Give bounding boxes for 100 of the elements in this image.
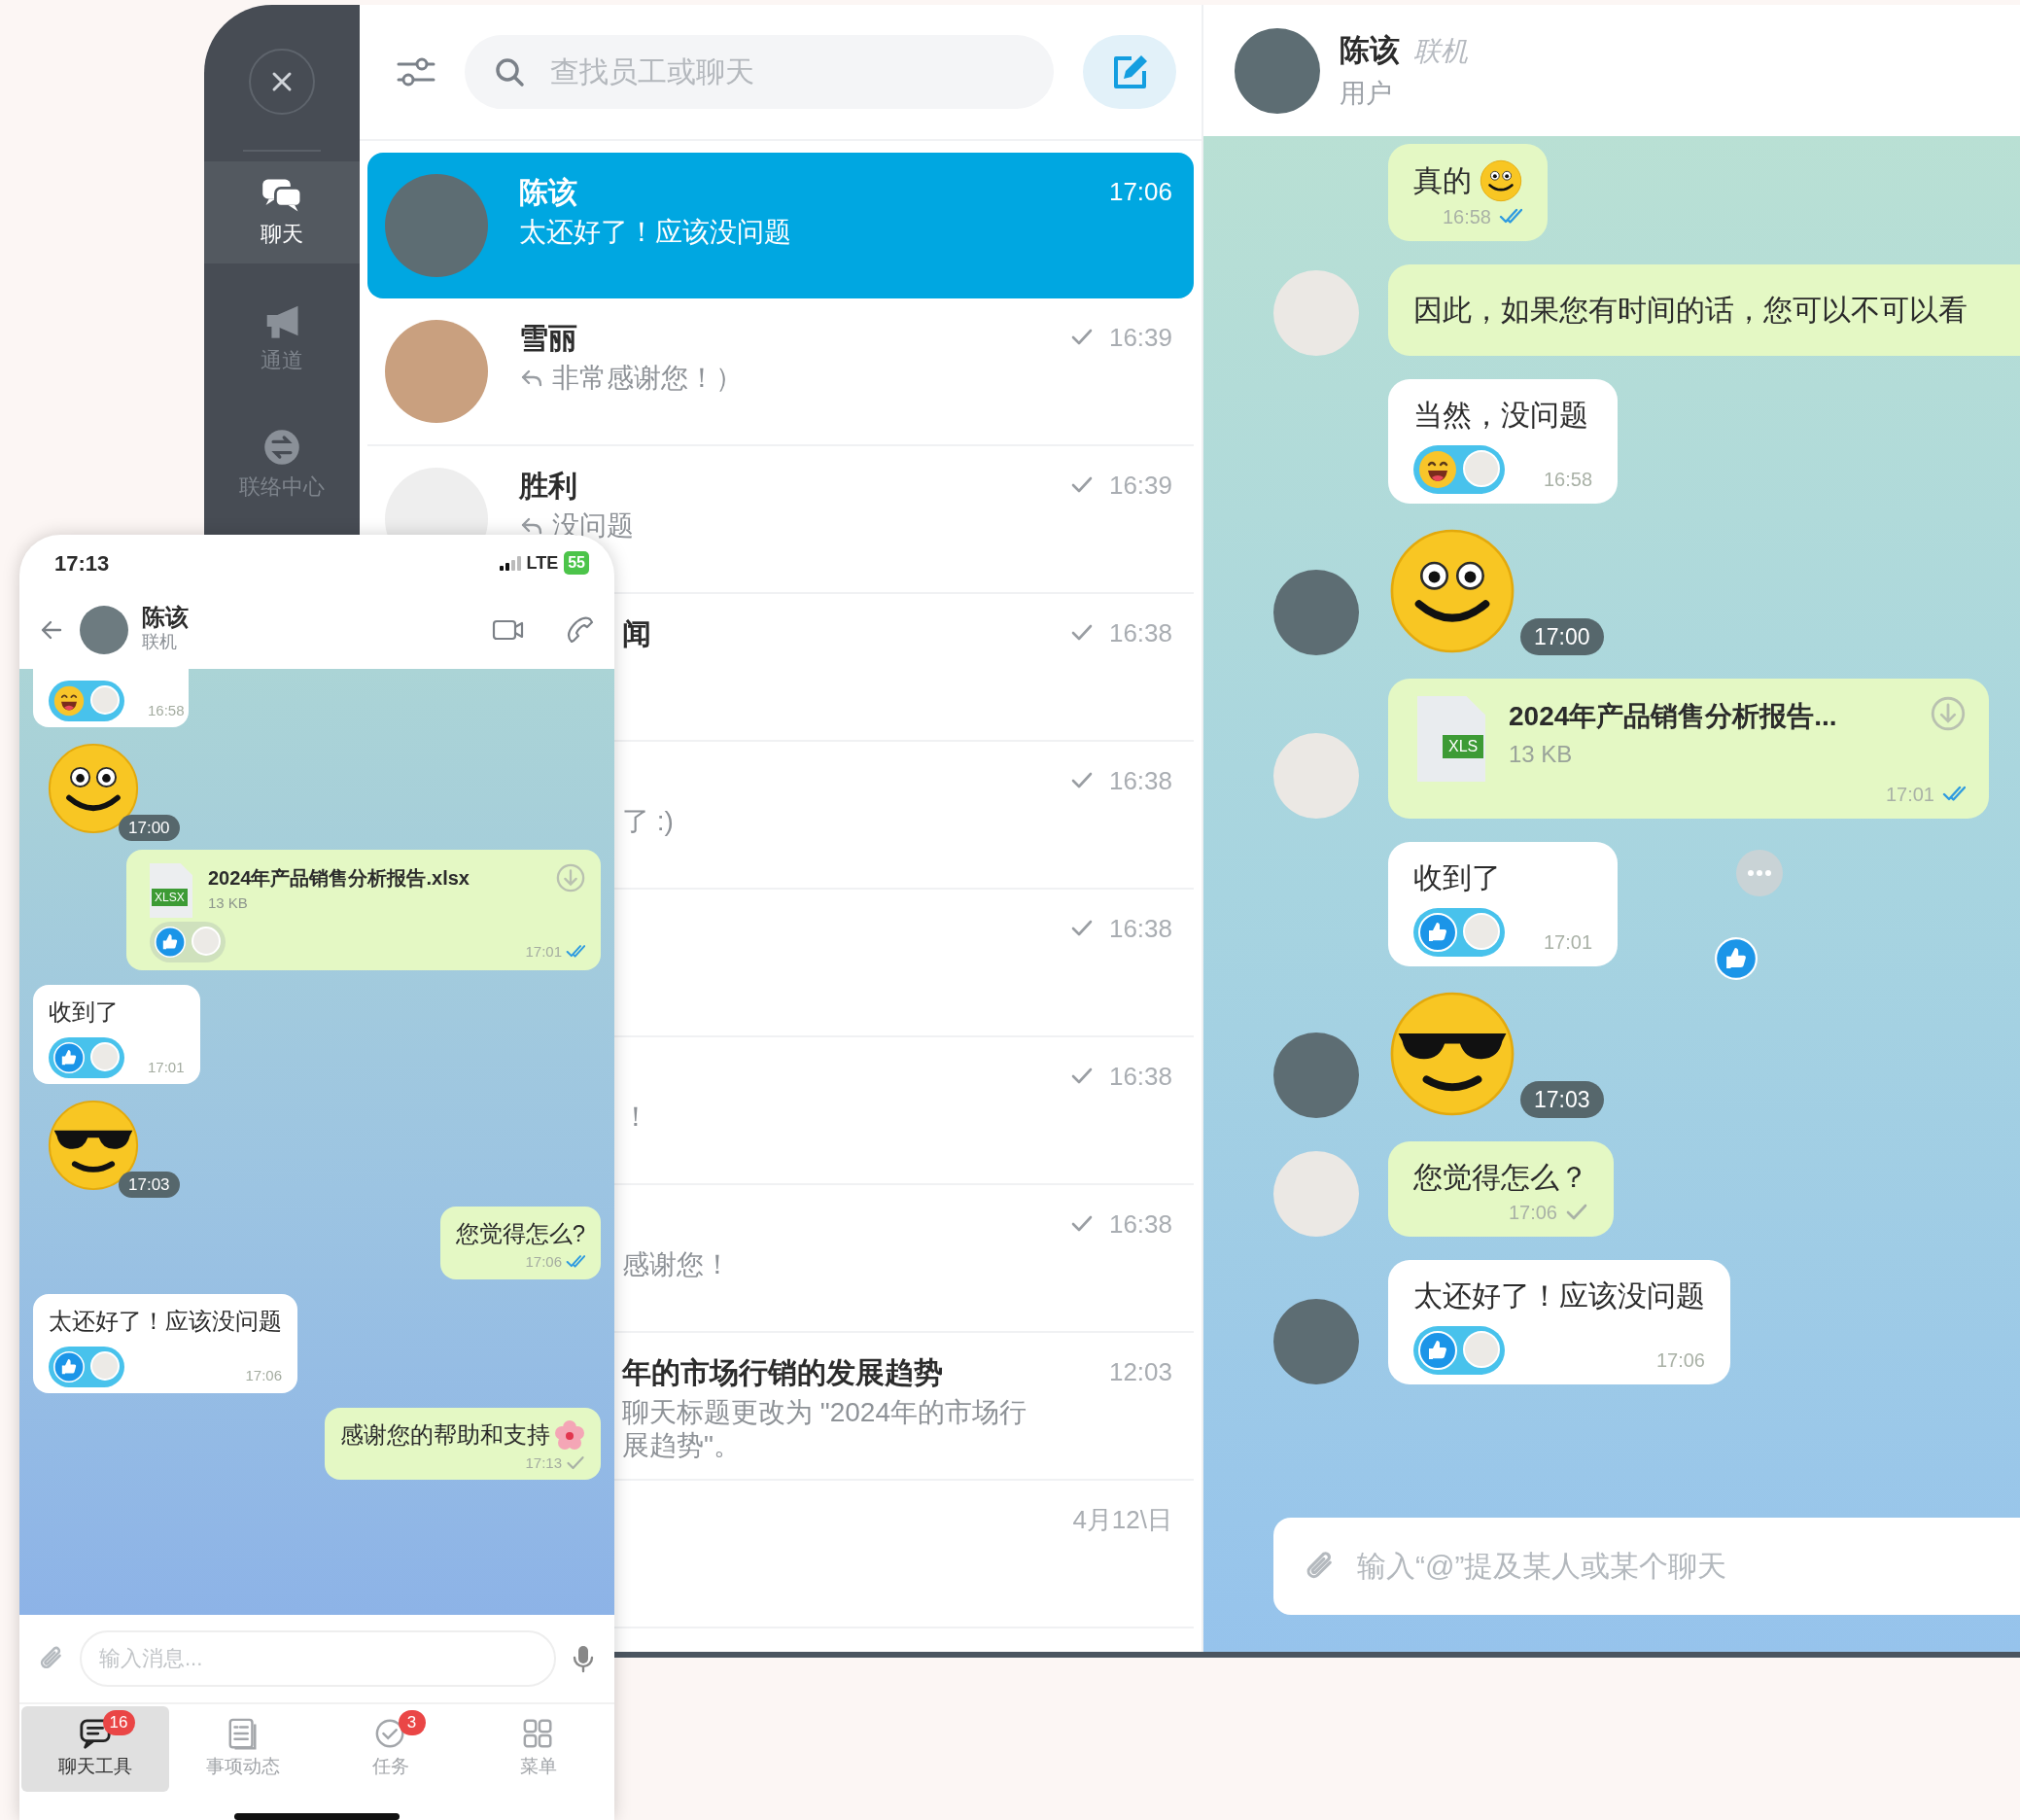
download-icon[interactable] <box>556 863 585 892</box>
reactor-avatar <box>1463 1331 1500 1368</box>
file-type-label: XLS <box>1443 735 1484 758</box>
thumbs-up-icon <box>155 927 186 958</box>
reactor-avatar <box>192 927 221 956</box>
message-preview: 非常感谢您！） <box>552 363 743 395</box>
message-preview: 太还好了！应该没问题 <box>519 217 791 249</box>
status-time: 17:13 <box>54 549 110 578</box>
search-field[interactable]: 查找员工或聊天 <box>465 35 1054 109</box>
message-time: 16:58 <box>1544 468 1593 492</box>
document-icon <box>226 1717 260 1751</box>
message-text: 因此，如果您有时间的话，您可以不可以看 <box>1413 293 1968 328</box>
message-preview: 了 :) <box>622 806 674 838</box>
chat-name: 陈该 <box>519 174 577 210</box>
chat-time: 4月12\日 <box>1072 1503 1172 1536</box>
file-size: 13 KB <box>1509 740 1574 769</box>
chat-time: 12:03 <box>1108 1355 1172 1388</box>
chat-time: 16:39 <box>1108 321 1172 354</box>
dots-icon <box>1746 868 1773 878</box>
file-name: 2024年产品销售分析报告.xlsx <box>208 866 470 891</box>
message-time: 17:06 <box>245 1366 282 1385</box>
message-time: 17:03 <box>119 1171 180 1198</box>
reactor-avatar <box>90 1042 120 1071</box>
message-text: 当然，没问题 <box>1413 398 1588 433</box>
message-time: 17:03 <box>1520 1080 1604 1118</box>
message-time: 17:01 <box>525 941 562 962</box>
message-time: 16:58 <box>1442 205 1491 229</box>
reaction-pill[interactable] <box>1413 445 1505 494</box>
chat-name: 胜利 <box>519 468 577 504</box>
chat-list-item[interactable]: 雪丽 16:39 非常感谢您！） <box>367 298 1194 446</box>
contact-name: 陈该 <box>1340 32 1400 69</box>
contact-role: 用户 <box>1340 77 1393 110</box>
message-preview: 展趋势"。 <box>622 1430 741 1462</box>
chat-time: 16:38 <box>1108 1208 1172 1241</box>
chat-name: 雪丽 <box>519 320 577 356</box>
smiley-icon <box>1480 159 1522 202</box>
reactor-avatar <box>1463 450 1500 487</box>
file-size: 13 KB <box>208 893 249 913</box>
message-time: 17:13 <box>525 1452 562 1473</box>
message-text: 您觉得怎么？ <box>1413 1160 1588 1195</box>
message-time: 17:01 <box>148 1057 185 1077</box>
message-input[interactable]: 输入“@”提及某人或某个聊天 <box>1273 1518 2020 1615</box>
message-input[interactable]: 输入消息... <box>80 1630 556 1687</box>
chat-name: 年的市场行销的发展趋势 <box>622 1354 943 1390</box>
thumbs-up-icon <box>53 1042 85 1073</box>
chat-time: 16:38 <box>1108 616 1172 649</box>
notification-badge: 3 <box>398 1710 426 1735</box>
thumbs-up-icon <box>53 1350 85 1382</box>
message-time: 17:06 <box>1508 1201 1557 1225</box>
reactor-avatar <box>1463 913 1500 950</box>
battery-indicator: 55 <box>564 551 589 575</box>
laughing-face-icon <box>1418 450 1457 489</box>
message-text: 太还好了！应该没问题 <box>1413 1278 1705 1313</box>
contact-name: 陈该 <box>142 605 189 629</box>
message-time: 17:00 <box>1520 617 1604 655</box>
close-icon <box>270 70 294 93</box>
message-preview: 聊天标题更改为 "2024年的市场行 <box>622 1397 1027 1429</box>
chat-list-item[interactable]: 陈该 17:06 太还好了！应该没问题 <box>367 153 1194 298</box>
flower-icon <box>554 1418 585 1451</box>
chat-time: 17:06 <box>1108 175 1172 208</box>
file-type-label: XLSX <box>152 889 188 906</box>
chat-time: 16:38 <box>1108 764 1172 797</box>
chat-time: 16:38 <box>1108 912 1172 945</box>
presence-status: 联机 <box>1413 35 1468 68</box>
message-text: 真的 <box>1413 163 1472 198</box>
thumbs-up-icon[interactable] <box>1715 937 1758 980</box>
grid-icon <box>522 1717 555 1751</box>
reactor-avatar <box>90 685 120 715</box>
tab[interactable]: 菜单 <box>465 1706 612 1792</box>
message-time: 16:58 <box>148 700 185 720</box>
signal-icon <box>499 555 521 571</box>
close-button[interactable] <box>249 49 315 115</box>
search-icon <box>494 56 525 88</box>
message-time: 17:00 <box>119 814 180 841</box>
thumbs-up-icon <box>1418 1331 1457 1370</box>
chat-name: 闻 <box>622 615 651 651</box>
laughing-face-icon <box>53 685 85 717</box>
chat-time: 16:38 <box>1108 1060 1172 1093</box>
presence-status: 联机 <box>142 630 178 653</box>
file-name: 2024年产品销售分析报告... <box>1509 700 1837 733</box>
avatar <box>80 606 128 654</box>
notification-badge: 16 <box>102 1710 135 1735</box>
message-time: 17:01 <box>1544 930 1593 955</box>
message-text: 感谢您的帮助和支持 <box>340 1419 550 1450</box>
message-text: 您觉得怎么? <box>455 1219 585 1248</box>
message-time: 17:06 <box>525 1252 562 1272</box>
reaction-pill[interactable] <box>49 681 124 721</box>
sidebar-item[interactable]: 聊天 <box>204 161 360 263</box>
message-preview: ！ <box>622 1102 649 1134</box>
download-icon[interactable] <box>1931 696 1966 731</box>
tab[interactable]: 事项动态 <box>169 1706 317 1792</box>
tab[interactable]: 聊天工具 16 <box>21 1706 169 1792</box>
message-text: 收到了 <box>1413 860 1501 895</box>
network-label: LTE <box>526 551 559 575</box>
message-text: 太还好了！应该没问题 <box>49 1306 282 1336</box>
message-preview: 感谢您！ <box>622 1249 731 1281</box>
message-text: 收到了 <box>49 998 119 1027</box>
reactor-avatar <box>90 1350 120 1381</box>
tab[interactable]: 任务 3 <box>317 1706 465 1792</box>
message-time: 17:01 <box>1885 783 1934 807</box>
